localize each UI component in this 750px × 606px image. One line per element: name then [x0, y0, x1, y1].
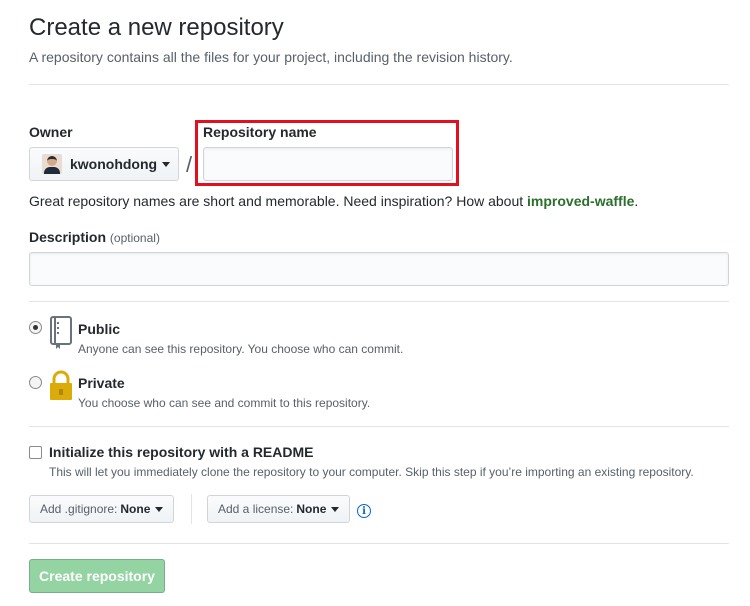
- divider: [29, 301, 729, 302]
- public-label[interactable]: Public: [78, 321, 120, 337]
- repository-name-hint: Great repository names are short and mem…: [29, 193, 638, 209]
- divider: [29, 84, 729, 85]
- name-suggestion[interactable]: improved-waffle: [527, 193, 634, 209]
- info-icon[interactable]: i: [357, 504, 371, 518]
- page-title: Create a new repository: [29, 14, 284, 41]
- init-readme-checkbox[interactable]: [29, 446, 42, 459]
- chevron-down-icon: [331, 506, 340, 512]
- public-description: Anyone can see this repository. You choo…: [78, 342, 404, 356]
- init-readme-description: This will let you immediately clone the …: [49, 465, 694, 479]
- private-label[interactable]: Private: [78, 375, 125, 391]
- init-readme-label[interactable]: Initialize this repository with a README: [49, 444, 313, 460]
- public-radio[interactable]: [29, 321, 42, 334]
- lock-icon: [50, 370, 72, 400]
- divider: [191, 494, 192, 524]
- description-input[interactable]: [29, 252, 729, 286]
- owner-repo-separator: /: [186, 152, 193, 177]
- chevron-down-icon: [162, 161, 171, 167]
- description-label-text: Description: [29, 229, 107, 245]
- hint-text: Great repository names are short and mem…: [29, 193, 528, 209]
- license-label: Add a license:: [218, 502, 294, 516]
- owner-label: Owner: [29, 124, 73, 140]
- license-value: None: [296, 502, 327, 516]
- repository-name-input[interactable]: [203, 147, 453, 181]
- repo-icon: [50, 316, 72, 349]
- private-description: You choose who can see and commit to thi…: [78, 396, 371, 410]
- private-radio[interactable]: [29, 376, 42, 389]
- chevron-down-icon: [155, 506, 164, 512]
- license-select[interactable]: Add a license: None: [207, 495, 351, 523]
- description-label: Description (optional): [29, 229, 160, 245]
- avatar: [42, 154, 62, 174]
- new-repository-page: Create a new repository A repository con…: [0, 0, 750, 606]
- gitignore-select[interactable]: Add .gitignore: None: [29, 495, 175, 523]
- owner-value: kwonohdong: [70, 156, 158, 172]
- optional-tag: (optional): [109, 231, 160, 245]
- page-subtitle: A repository contains all the files for …: [29, 49, 513, 65]
- owner-select[interactable]: kwonohdong: [29, 147, 179, 181]
- create-repository-button[interactable]: Create repository: [29, 559, 165, 593]
- divider: [29, 543, 729, 544]
- hint-end: .: [634, 193, 639, 209]
- gitignore-label: Add .gitignore:: [40, 502, 118, 516]
- divider: [29, 426, 729, 427]
- gitignore-value: None: [120, 502, 151, 516]
